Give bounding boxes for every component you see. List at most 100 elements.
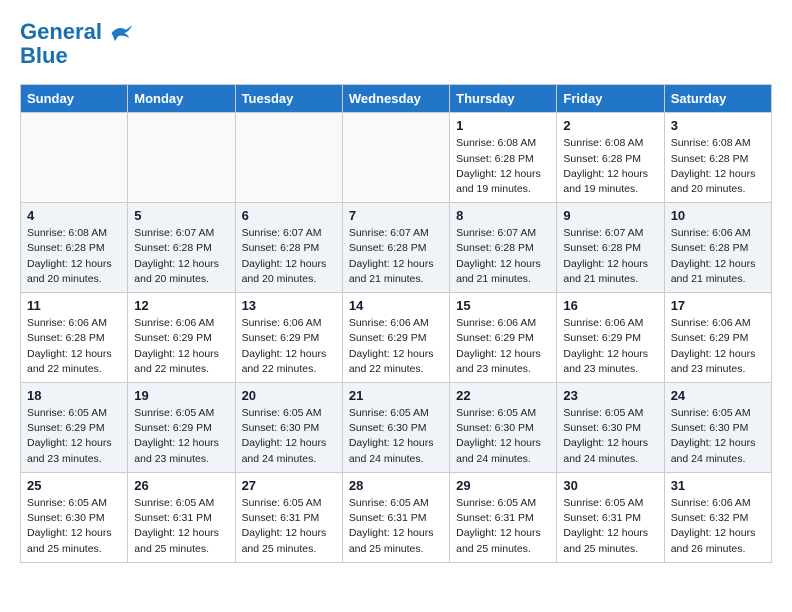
day-info: Sunrise: 6:05 AM Sunset: 6:31 PM Dayligh… (563, 496, 657, 557)
day-info: Sunrise: 6:07 AM Sunset: 6:28 PM Dayligh… (563, 226, 657, 287)
day-info: Sunrise: 6:08 AM Sunset: 6:28 PM Dayligh… (563, 136, 657, 197)
day-number: 6 (242, 208, 336, 223)
day-header-friday: Friday (557, 85, 664, 113)
day-info: Sunrise: 6:06 AM Sunset: 6:28 PM Dayligh… (27, 316, 121, 377)
day-info: Sunrise: 6:08 AM Sunset: 6:28 PM Dayligh… (671, 136, 765, 197)
day-info: Sunrise: 6:06 AM Sunset: 6:29 PM Dayligh… (456, 316, 550, 377)
calendar-week-row: 11 Sunrise: 6:06 AM Sunset: 6:28 PM Dayli… (21, 293, 772, 383)
calendar-cell: 24 Sunrise: 6:05 AM Sunset: 6:30 PM Dayli… (664, 383, 771, 473)
calendar-cell (342, 113, 449, 203)
day-info: Sunrise: 6:05 AM Sunset: 6:30 PM Dayligh… (27, 496, 121, 557)
calendar-cell: 31 Sunrise: 6:06 AM Sunset: 6:32 PM Dayli… (664, 472, 771, 562)
calendar-week-row: 1 Sunrise: 6:08 AM Sunset: 6:28 PM Daylig… (21, 113, 772, 203)
day-info: Sunrise: 6:06 AM Sunset: 6:29 PM Dayligh… (242, 316, 336, 377)
calendar-cell: 9 Sunrise: 6:07 AM Sunset: 6:28 PM Daylig… (557, 203, 664, 293)
calendar-week-row: 18Sunrise: 6:05 AM Sunset: 6:29 PM Dayli… (21, 383, 772, 473)
calendar-cell: 2 Sunrise: 6:08 AM Sunset: 6:28 PM Daylig… (557, 113, 664, 203)
day-number: 31 (671, 478, 765, 493)
day-info: Sunrise: 6:05 AM Sunset: 6:31 PM Dayligh… (242, 496, 336, 557)
day-number: 12 (134, 298, 228, 313)
calendar-table: SundayMondayTuesdayWednesdayThursdayFrid… (20, 84, 772, 562)
day-number: 30 (563, 478, 657, 493)
calendar-week-row: 25 Sunrise: 6:05 AM Sunset: 6:30 PM Dayli… (21, 472, 772, 562)
day-info: Sunrise: 6:05 AM Sunset: 6:30 PM Dayligh… (563, 406, 657, 467)
calendar-cell: 10Sunrise: 6:06 AM Sunset: 6:28 PM Dayli… (664, 203, 771, 293)
calendar-cell: 28 Sunrise: 6:05 AM Sunset: 6:31 PM Dayli… (342, 472, 449, 562)
calendar-cell: 3 Sunrise: 6:08 AM Sunset: 6:28 PM Daylig… (664, 113, 771, 203)
logo-bird-icon (110, 23, 134, 43)
day-number: 25 (27, 478, 121, 493)
day-number: 2 (563, 118, 657, 133)
calendar-cell: 6 Sunrise: 6:07 AM Sunset: 6:28 PM Daylig… (235, 203, 342, 293)
calendar-cell: 8 Sunrise: 6:07 AM Sunset: 6:28 PM Daylig… (450, 203, 557, 293)
day-info: Sunrise: 6:06 AM Sunset: 6:29 PM Dayligh… (349, 316, 443, 377)
calendar-cell: 19Sunrise: 6:05 AM Sunset: 6:29 PM Dayli… (128, 383, 235, 473)
day-number: 8 (456, 208, 550, 223)
calendar-cell: 5Sunrise: 6:07 AM Sunset: 6:28 PM Daylig… (128, 203, 235, 293)
day-header-wednesday: Wednesday (342, 85, 449, 113)
day-info: Sunrise: 6:05 AM Sunset: 6:30 PM Dayligh… (456, 406, 550, 467)
calendar-cell: 11 Sunrise: 6:06 AM Sunset: 6:28 PM Dayli… (21, 293, 128, 383)
day-number: 20 (242, 388, 336, 403)
day-number: 13 (242, 298, 336, 313)
day-number: 7 (349, 208, 443, 223)
day-header-thursday: Thursday (450, 85, 557, 113)
calendar-cell: 20 Sunrise: 6:05 AM Sunset: 6:30 PM Dayli… (235, 383, 342, 473)
calendar-cell: 18Sunrise: 6:05 AM Sunset: 6:29 PM Dayli… (21, 383, 128, 473)
calendar-cell: 26Sunrise: 6:05 AM Sunset: 6:31 PM Dayli… (128, 472, 235, 562)
day-number: 5 (134, 208, 228, 223)
calendar-cell: 12Sunrise: 6:06 AM Sunset: 6:29 PM Dayli… (128, 293, 235, 383)
day-header-tuesday: Tuesday (235, 85, 342, 113)
calendar-cell: 4 Sunrise: 6:08 AM Sunset: 6:28 PM Daylig… (21, 203, 128, 293)
calendar-cell: 17 Sunrise: 6:06 AM Sunset: 6:29 PM Dayli… (664, 293, 771, 383)
day-number: 9 (563, 208, 657, 223)
calendar-cell: 27 Sunrise: 6:05 AM Sunset: 6:31 PM Dayli… (235, 472, 342, 562)
day-number: 14 (349, 298, 443, 313)
day-info: Sunrise: 6:07 AM Sunset: 6:28 PM Dayligh… (349, 226, 443, 287)
day-number: 19 (134, 388, 228, 403)
day-info: Sunrise: 6:05 AM Sunset: 6:31 PM Dayligh… (349, 496, 443, 557)
calendar-cell: 15 Sunrise: 6:06 AM Sunset: 6:29 PM Dayli… (450, 293, 557, 383)
calendar-cell (21, 113, 128, 203)
calendar-cell: 16 Sunrise: 6:06 AM Sunset: 6:29 PM Dayli… (557, 293, 664, 383)
day-header-sunday: Sunday (21, 85, 128, 113)
calendar-cell: 22Sunrise: 6:05 AM Sunset: 6:30 PM Dayli… (450, 383, 557, 473)
day-number: 29 (456, 478, 550, 493)
day-info: Sunrise: 6:06 AM Sunset: 6:29 PM Dayligh… (671, 316, 765, 377)
calendar-cell (128, 113, 235, 203)
day-header-row: SundayMondayTuesdayWednesdayThursdayFrid… (21, 85, 772, 113)
calendar-cell: 21Sunrise: 6:05 AM Sunset: 6:30 PM Dayli… (342, 383, 449, 473)
day-info: Sunrise: 6:05 AM Sunset: 6:31 PM Dayligh… (456, 496, 550, 557)
day-info: Sunrise: 6:05 AM Sunset: 6:31 PM Dayligh… (134, 496, 228, 557)
page-header: General Blue (20, 20, 772, 68)
calendar-cell: 1 Sunrise: 6:08 AM Sunset: 6:28 PM Daylig… (450, 113, 557, 203)
day-number: 18 (27, 388, 121, 403)
calendar-week-row: 4 Sunrise: 6:08 AM Sunset: 6:28 PM Daylig… (21, 203, 772, 293)
day-info: Sunrise: 6:07 AM Sunset: 6:28 PM Dayligh… (456, 226, 550, 287)
day-info: Sunrise: 6:06 AM Sunset: 6:32 PM Dayligh… (671, 496, 765, 557)
day-number: 1 (456, 118, 550, 133)
day-info: Sunrise: 6:06 AM Sunset: 6:29 PM Dayligh… (563, 316, 657, 377)
day-number: 11 (27, 298, 121, 313)
day-number: 21 (349, 388, 443, 403)
day-number: 24 (671, 388, 765, 403)
calendar-cell: 13 Sunrise: 6:06 AM Sunset: 6:29 PM Dayli… (235, 293, 342, 383)
day-info: Sunrise: 6:08 AM Sunset: 6:28 PM Dayligh… (456, 136, 550, 197)
calendar-cell: 29 Sunrise: 6:05 AM Sunset: 6:31 PM Dayli… (450, 472, 557, 562)
calendar-cell: 23 Sunrise: 6:05 AM Sunset: 6:30 PM Dayli… (557, 383, 664, 473)
day-info: Sunrise: 6:05 AM Sunset: 6:30 PM Dayligh… (242, 406, 336, 467)
day-info: Sunrise: 6:07 AM Sunset: 6:28 PM Dayligh… (242, 226, 336, 287)
day-number: 16 (563, 298, 657, 313)
day-number: 17 (671, 298, 765, 313)
day-info: Sunrise: 6:05 AM Sunset: 6:30 PM Dayligh… (671, 406, 765, 467)
day-number: 15 (456, 298, 550, 313)
day-number: 28 (349, 478, 443, 493)
day-number: 27 (242, 478, 336, 493)
day-info: Sunrise: 6:08 AM Sunset: 6:28 PM Dayligh… (27, 226, 121, 287)
day-info: Sunrise: 6:06 AM Sunset: 6:28 PM Dayligh… (671, 226, 765, 287)
calendar-cell: 7 Sunrise: 6:07 AM Sunset: 6:28 PM Daylig… (342, 203, 449, 293)
day-number: 3 (671, 118, 765, 133)
day-number: 23 (563, 388, 657, 403)
day-number: 4 (27, 208, 121, 223)
logo-blue: Blue (20, 44, 134, 68)
